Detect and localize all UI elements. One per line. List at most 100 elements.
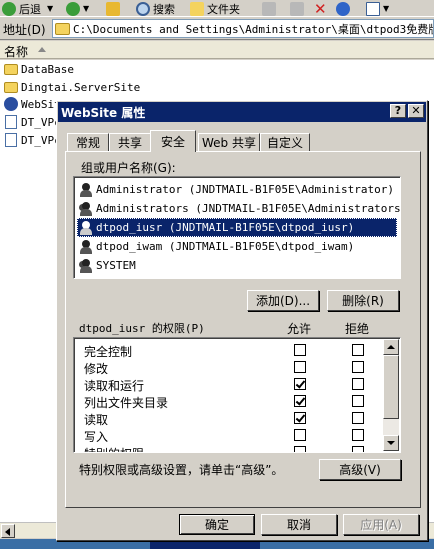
dropdown-arrow-icon: ▼ — [83, 4, 90, 13]
dialog-titlebar[interactable]: WebSite 属性 ? ✕ — [58, 102, 426, 122]
permission-row: 写入 — [74, 426, 374, 444]
user-item-dtpod-iusr[interactable]: dtpod_iusr (JNDTMAIL-B1F05E\dtpod_iusr) — [77, 218, 397, 237]
tab-web-sharing[interactable]: Web 共享 — [198, 133, 260, 151]
folder-icon — [4, 81, 18, 93]
ok-button[interactable]: 确定 — [179, 514, 255, 535]
close-button[interactable]: ✕ — [408, 104, 424, 118]
cancel-button[interactable]: 取消 — [261, 514, 337, 535]
address-label: 地址(D) — [3, 23, 46, 37]
web-folder-icon — [4, 97, 18, 111]
address-bar: 地址(D) C:\Documents and Settings\Administ… — [0, 18, 434, 40]
file-list-header: 名称 — [0, 41, 434, 59]
help-button[interactable]: ? — [390, 104, 406, 118]
file-item[interactable]: DataBase — [4, 61, 74, 77]
move-to-button[interactable] — [262, 0, 279, 17]
folder-icon — [190, 1, 204, 16]
deny-checkbox[interactable] — [352, 361, 364, 373]
forward-arrow-icon — [66, 1, 80, 16]
allow-checkbox[interactable] — [294, 344, 306, 356]
views-button[interactable]: ▼ — [366, 0, 389, 17]
back-button[interactable]: 后退 ▼ — [2, 0, 53, 17]
add-user-button[interactable]: 添加(D)... — [247, 290, 319, 311]
user-icon — [79, 239, 92, 254]
tab-general[interactable]: 常规 — [67, 133, 109, 151]
back-arrow-icon — [2, 1, 16, 16]
permissions-scrollbar[interactable] — [383, 339, 399, 451]
permissions-list: 完全控制 修改 读取和运行 列出文件夹目录 读取 写入 — [73, 337, 401, 453]
folder-icon — [4, 63, 18, 75]
permission-row: 完全控制 — [74, 341, 374, 359]
deny-checkbox[interactable] — [352, 378, 364, 390]
user-item-dtpod-iwam[interactable]: dtpod_iwam (JNDTMAIL-B1F05E\dtpod_iwam) — [77, 237, 397, 256]
users-list[interactable]: Administrator (JNDTMAIL-B1F05E\Administr… — [73, 176, 401, 279]
user-icon — [79, 220, 92, 235]
tab-sharing[interactable]: 共享 — [109, 133, 151, 151]
up-folder-button[interactable] — [106, 0, 123, 17]
users-label: 组或用户名称(G): — [81, 161, 176, 175]
address-input[interactable]: C:\Documents and Settings\Administrator\… — [52, 19, 434, 38]
scroll-down-icon[interactable] — [383, 435, 399, 451]
tab-custom[interactable]: 自定义 — [260, 133, 310, 151]
permission-row: 修改 — [74, 358, 374, 376]
allow-checkbox[interactable] — [294, 395, 306, 407]
undo-button[interactable] — [336, 0, 353, 17]
taskbar-button[interactable] — [150, 541, 260, 549]
views-grid-icon — [366, 1, 380, 16]
explorer-toolbar: 后退 ▼ ▼ 搜索 文件夹 ✕ ▼ — [0, 0, 434, 18]
dropdown-arrow-icon: ▼ — [383, 4, 390, 13]
apply-button[interactable]: 应用(A) — [343, 514, 419, 535]
move-to-icon — [262, 1, 276, 16]
copy-to-button[interactable] — [290, 0, 307, 17]
file-item[interactable]: DT_VPc — [4, 132, 61, 148]
delete-button[interactable]: ✕ — [314, 0, 327, 18]
file-icon — [5, 115, 17, 129]
scroll-thumb[interactable] — [383, 355, 399, 419]
user-item-administrator[interactable]: Administrator (JNDTMAIL-B1F05E\Administr… — [77, 180, 397, 199]
permission-row: 读取和运行 — [74, 375, 374, 393]
search-icon — [136, 1, 150, 16]
allow-checkbox[interactable] — [294, 361, 306, 373]
user-item-administrators[interactable]: Administrators (JNDTMAIL-B1F05E\Administ… — [77, 199, 400, 218]
dialog-title: WebSite 属性 — [61, 105, 146, 120]
scroll-left-icon[interactable] — [1, 524, 15, 538]
user-item-system[interactable]: SYSTEM — [77, 256, 397, 275]
deny-column-header: 拒绝 — [345, 322, 370, 336]
up-folder-icon — [106, 1, 120, 16]
advanced-hint-text: 特别权限或高级设置，请单击“高级”。 — [79, 463, 284, 477]
permission-row: 列出文件夹目录 — [74, 392, 374, 410]
address-value: C:\Documents and Settings\Administrator\… — [73, 22, 434, 36]
dropdown-arrow-icon: ▼ — [47, 4, 54, 13]
file-icon — [5, 133, 17, 147]
group-icon — [79, 258, 92, 273]
search-button[interactable]: 搜索 — [136, 0, 175, 17]
permission-row: 特别的权限 — [74, 443, 374, 452]
user-icon — [79, 182, 92, 197]
deny-checkbox[interactable] — [352, 429, 364, 441]
advanced-button[interactable]: 高级(V) — [319, 459, 401, 480]
file-item[interactable]: Dingtai.ServerSite — [4, 79, 140, 95]
properties-dialog: WebSite 属性 ? ✕ 常规 共享 安全 Web 共享 自定义 组或用户名… — [56, 100, 428, 541]
folders-button[interactable]: 文件夹 — [190, 0, 240, 17]
allow-checkbox[interactable] — [294, 446, 306, 452]
deny-checkbox[interactable] — [352, 395, 364, 407]
deny-checkbox[interactable] — [352, 344, 364, 356]
allow-checkbox[interactable] — [294, 412, 306, 424]
deny-checkbox[interactable] — [352, 446, 364, 452]
allow-checkbox[interactable] — [294, 378, 306, 390]
permission-row: 读取 — [74, 409, 374, 427]
deny-checkbox[interactable] — [352, 412, 364, 424]
remove-user-button[interactable]: 删除(R) — [327, 290, 399, 311]
allow-checkbox[interactable] — [294, 429, 306, 441]
tab-security[interactable]: 安全 — [150, 130, 196, 152]
column-header-name[interactable]: 名称 — [4, 43, 28, 60]
forward-button[interactable]: ▼ — [66, 0, 89, 17]
group-icon — [79, 201, 92, 216]
copy-to-icon — [290, 1, 304, 16]
allow-column-header: 允许 — [287, 322, 312, 336]
sort-up-icon — [38, 47, 46, 52]
permissions-label: dtpod_iusr 的权限(P) — [79, 322, 205, 335]
undo-icon — [336, 1, 350, 16]
folder-icon — [55, 22, 70, 35]
scroll-up-icon[interactable] — [383, 339, 399, 355]
file-item[interactable]: DT_VPc — [4, 114, 61, 130]
